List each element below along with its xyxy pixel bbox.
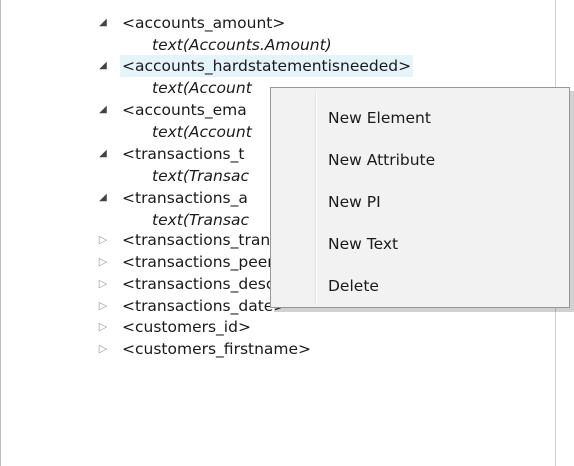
collapse-arrow-icon[interactable]: ▷: [96, 229, 110, 251]
tree-node-label: <transactions_date>: [122, 297, 287, 315]
tree-node-label: text(Account: [152, 79, 252, 97]
expand-arrow-icon[interactable]: ◢: [96, 12, 110, 34]
tree-node-label: text(Accounts.Amount): [152, 36, 332, 54]
tree-node-customers-id[interactable]: ▷ <customers_id>: [0, 316, 555, 338]
context-menu: New Element New Attribute New PI New Tex…: [270, 87, 570, 308]
menu-item-label: Delete: [328, 277, 379, 295]
tree-node-label: <transactions_t: [122, 145, 245, 163]
menu-item-label: New Element: [328, 109, 431, 127]
expand-arrow-icon[interactable]: ◢: [96, 143, 110, 165]
tree-node-label: <customers_id>: [122, 318, 251, 336]
expand-arrow-icon[interactable]: ◢: [96, 99, 110, 121]
tree-node-label: <transactions_a: [122, 189, 248, 207]
tree-node-label: text(Account: [152, 123, 252, 141]
menu-item-label: New Text: [328, 235, 399, 253]
tree-node-label: <customers_firstname>: [122, 340, 312, 358]
tree-node-customers-firstname[interactable]: ▷ <customers_firstname>: [0, 338, 555, 360]
menu-item-new-attribute[interactable]: New Attribute: [273, 140, 567, 180]
menu-item-label: New Attribute: [328, 151, 436, 169]
collapse-arrow-icon[interactable]: ▷: [96, 295, 110, 317]
collapse-arrow-icon[interactable]: ▷: [96, 273, 110, 295]
expand-arrow-icon[interactable]: ◢: [96, 187, 110, 209]
menu-item-label: New PI: [328, 193, 381, 211]
menu-item-new-pi[interactable]: New PI: [273, 182, 567, 222]
menu-item-new-text[interactable]: New Text: [273, 224, 567, 264]
tree-node-label: text(Transac: [152, 167, 249, 185]
tree-node-accounts-amount[interactable]: ◢ <accounts_amount>: [0, 12, 555, 34]
tree-node-label: <transactions_peer>: [122, 253, 287, 271]
expand-arrow-icon[interactable]: ◢: [96, 55, 110, 77]
collapse-arrow-icon[interactable]: ▷: [96, 338, 110, 360]
tree-node-label: <accounts_amount>: [122, 14, 286, 32]
collapse-arrow-icon[interactable]: ▷: [96, 251, 110, 273]
menu-item-delete[interactable]: Delete: [273, 266, 567, 306]
tree-node-label: text(Transac: [152, 211, 249, 229]
tree-node-label: <accounts_hardstatementisneeded>: [120, 55, 414, 77]
tree-node-accounts-hardstatementisneeded[interactable]: ◢ <accounts_hardstatementisneeded>: [0, 55, 555, 77]
tree-node-label: <accounts_ema: [122, 101, 247, 119]
tree-node-text[interactable]: text(Accounts.Amount): [0, 34, 555, 56]
collapse-arrow-icon[interactable]: ▷: [96, 316, 110, 338]
menu-item-new-element[interactable]: New Element: [273, 98, 567, 138]
